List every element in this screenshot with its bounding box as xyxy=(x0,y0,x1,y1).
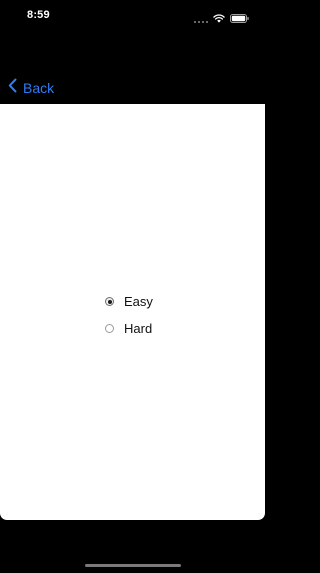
battery-icon xyxy=(230,10,249,28)
status-bar: 8:59 xyxy=(0,0,265,32)
content-panel: Easy Hard xyxy=(0,104,265,520)
radio-label-hard: Hard xyxy=(124,321,153,336)
navigation-bar: Back xyxy=(0,68,265,104)
radio-button-hard[interactable] xyxy=(105,324,114,333)
status-icons xyxy=(194,10,249,28)
chevron-left-icon xyxy=(8,78,17,98)
radio-label-easy: Easy xyxy=(124,294,153,309)
app-screen: 8:59 Back Easy Hard xyxy=(0,0,265,573)
status-time: 8:59 xyxy=(27,9,50,21)
radio-option-hard[interactable]: Hard xyxy=(105,315,153,342)
radio-option-easy[interactable]: Easy xyxy=(105,288,153,315)
home-indicator[interactable] xyxy=(85,564,181,567)
back-button[interactable]: Back xyxy=(8,78,54,98)
radio-button-easy[interactable] xyxy=(105,297,114,306)
cellular-dots-icon xyxy=(194,15,208,23)
wifi-icon xyxy=(213,10,225,28)
back-label: Back xyxy=(23,80,55,96)
difficulty-radio-group: Easy Hard xyxy=(105,288,153,342)
